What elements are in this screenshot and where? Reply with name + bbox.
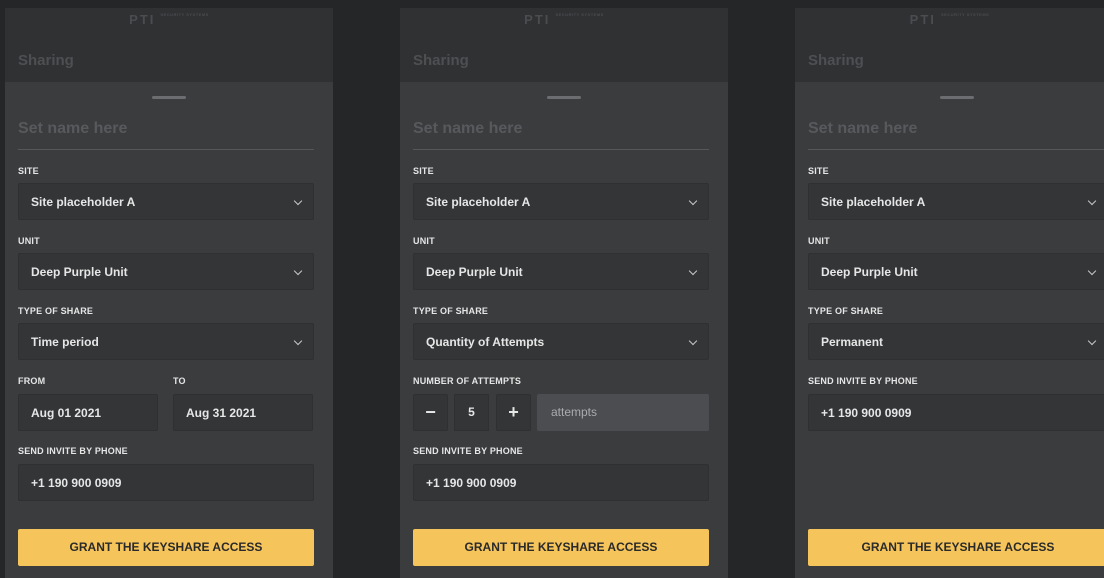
unit-select-value: Deep Purple Unit xyxy=(31,265,128,279)
type-of-share-value: Quantity of Attempts xyxy=(426,335,545,349)
to-date-value: Aug 31 2021 xyxy=(186,406,257,420)
pti-logo: PTI SECURITY SYSTEMS xyxy=(524,12,604,27)
phone-input[interactable]: +1 190 900 0909 xyxy=(18,464,314,501)
pti-logo: PTI SECURITY SYSTEMS xyxy=(129,12,209,27)
site-select-value: Site placeholder A xyxy=(31,195,136,209)
grant-access-button[interactable]: GRANT THE KEYSHARE ACCESS xyxy=(18,529,314,566)
phone-value: +1 190 900 0909 xyxy=(426,476,517,490)
chevron-down-icon xyxy=(688,336,698,346)
sheet-drag-handle[interactable] xyxy=(547,96,581,99)
unit-select[interactable]: Deep Purple Unit xyxy=(413,253,709,290)
top-bar: PTI SECURITY SYSTEMS Sharing xyxy=(795,8,1104,82)
phone-input[interactable]: +1 190 900 0909 xyxy=(808,394,1104,431)
page-title: Sharing xyxy=(808,52,864,69)
site-select[interactable]: Site placeholder A xyxy=(18,183,314,220)
chevron-down-icon xyxy=(688,266,698,276)
share-panel-attempts: PTI SECURITY SYSTEMS Sharing SITE Site p… xyxy=(400,8,728,578)
unit-select[interactable]: Deep Purple Unit xyxy=(808,253,1104,290)
share-name-input[interactable] xyxy=(18,108,314,150)
type-of-share-label: TYPE OF SHARE xyxy=(808,306,884,316)
type-of-share-select[interactable]: Time period xyxy=(18,323,314,360)
unit-label: UNIT xyxy=(413,236,435,246)
site-label: SITE xyxy=(413,166,434,176)
chevron-down-icon xyxy=(293,196,303,206)
share-panel-permanent: PTI SECURITY SYSTEMS Sharing SITE Site p… xyxy=(795,8,1104,578)
page-title: Sharing xyxy=(413,52,469,69)
site-label: SITE xyxy=(808,166,829,176)
grant-access-button[interactable]: GRANT THE KEYSHARE ACCESS xyxy=(413,529,709,566)
site-select[interactable]: Site placeholder A xyxy=(808,183,1104,220)
pti-logo: PTI SECURITY SYSTEMS xyxy=(909,12,990,27)
top-bar: PTI SECURITY SYSTEMS Sharing xyxy=(5,8,333,82)
sheet-drag-handle[interactable] xyxy=(152,96,186,99)
chevron-down-icon xyxy=(1087,196,1097,206)
from-date-field[interactable]: Aug 01 2021 xyxy=(18,394,158,431)
from-date-value: Aug 01 2021 xyxy=(31,406,102,420)
unit-select-value: Deep Purple Unit xyxy=(426,265,523,279)
site-select-value: Site placeholder A xyxy=(426,195,531,209)
chevron-down-icon xyxy=(1087,336,1097,346)
unit-label: UNIT xyxy=(808,236,830,246)
share-name-input[interactable] xyxy=(413,108,709,150)
increment-button[interactable]: + xyxy=(496,394,531,431)
phone-value: +1 190 900 0909 xyxy=(821,406,912,420)
chevron-down-icon xyxy=(1087,266,1097,276)
site-select-value: Site placeholder A xyxy=(821,195,926,209)
type-of-share-value: Permanent xyxy=(821,335,884,349)
type-of-share-value: Time period xyxy=(31,335,99,349)
type-of-share-select[interactable]: Quantity of Attempts xyxy=(413,323,709,360)
site-label: SITE xyxy=(18,166,39,176)
share-panel-time-period: PTI SECURITY SYSTEMS Sharing SITE Site p… xyxy=(5,8,333,578)
grant-access-button[interactable]: GRANT THE KEYSHARE ACCESS xyxy=(808,529,1104,566)
to-date-field[interactable]: Aug 31 2021 xyxy=(173,394,313,431)
site-select[interactable]: Site placeholder A xyxy=(413,183,709,220)
unit-select[interactable]: Deep Purple Unit xyxy=(18,253,314,290)
from-label: FROM xyxy=(18,376,46,386)
page-title: Sharing xyxy=(18,52,74,69)
phone-input[interactable]: +1 190 900 0909 xyxy=(413,464,709,501)
share-name-input[interactable] xyxy=(808,108,1104,150)
top-bar: PTI SECURITY SYSTEMS Sharing xyxy=(400,8,728,82)
number-of-attempts-label: NUMBER OF ATTEMPTS xyxy=(413,376,522,386)
decrement-button[interactable]: − xyxy=(413,394,448,431)
phone-value: +1 190 900 0909 xyxy=(31,476,122,490)
type-of-share-label: TYPE OF SHARE xyxy=(413,306,489,316)
phone-label: SEND INVITE BY PHONE xyxy=(18,446,128,456)
unit-select-value: Deep Purple Unit xyxy=(821,265,918,279)
chevron-down-icon xyxy=(293,336,303,346)
sheet-drag-handle[interactable] xyxy=(940,96,974,99)
attempts-value[interactable]: 5 xyxy=(454,394,489,431)
phone-label: SEND INVITE BY PHONE xyxy=(808,376,918,386)
type-of-share-label: TYPE OF SHARE xyxy=(18,306,94,316)
type-of-share-select[interactable]: Permanent xyxy=(808,323,1104,360)
phone-label: SEND INVITE BY PHONE xyxy=(413,446,523,456)
chevron-down-icon xyxy=(688,196,698,206)
to-label: TO xyxy=(173,376,186,386)
unit-label: UNIT xyxy=(18,236,40,246)
attempts-unit-label: attempts xyxy=(537,394,709,431)
chevron-down-icon xyxy=(293,266,303,276)
